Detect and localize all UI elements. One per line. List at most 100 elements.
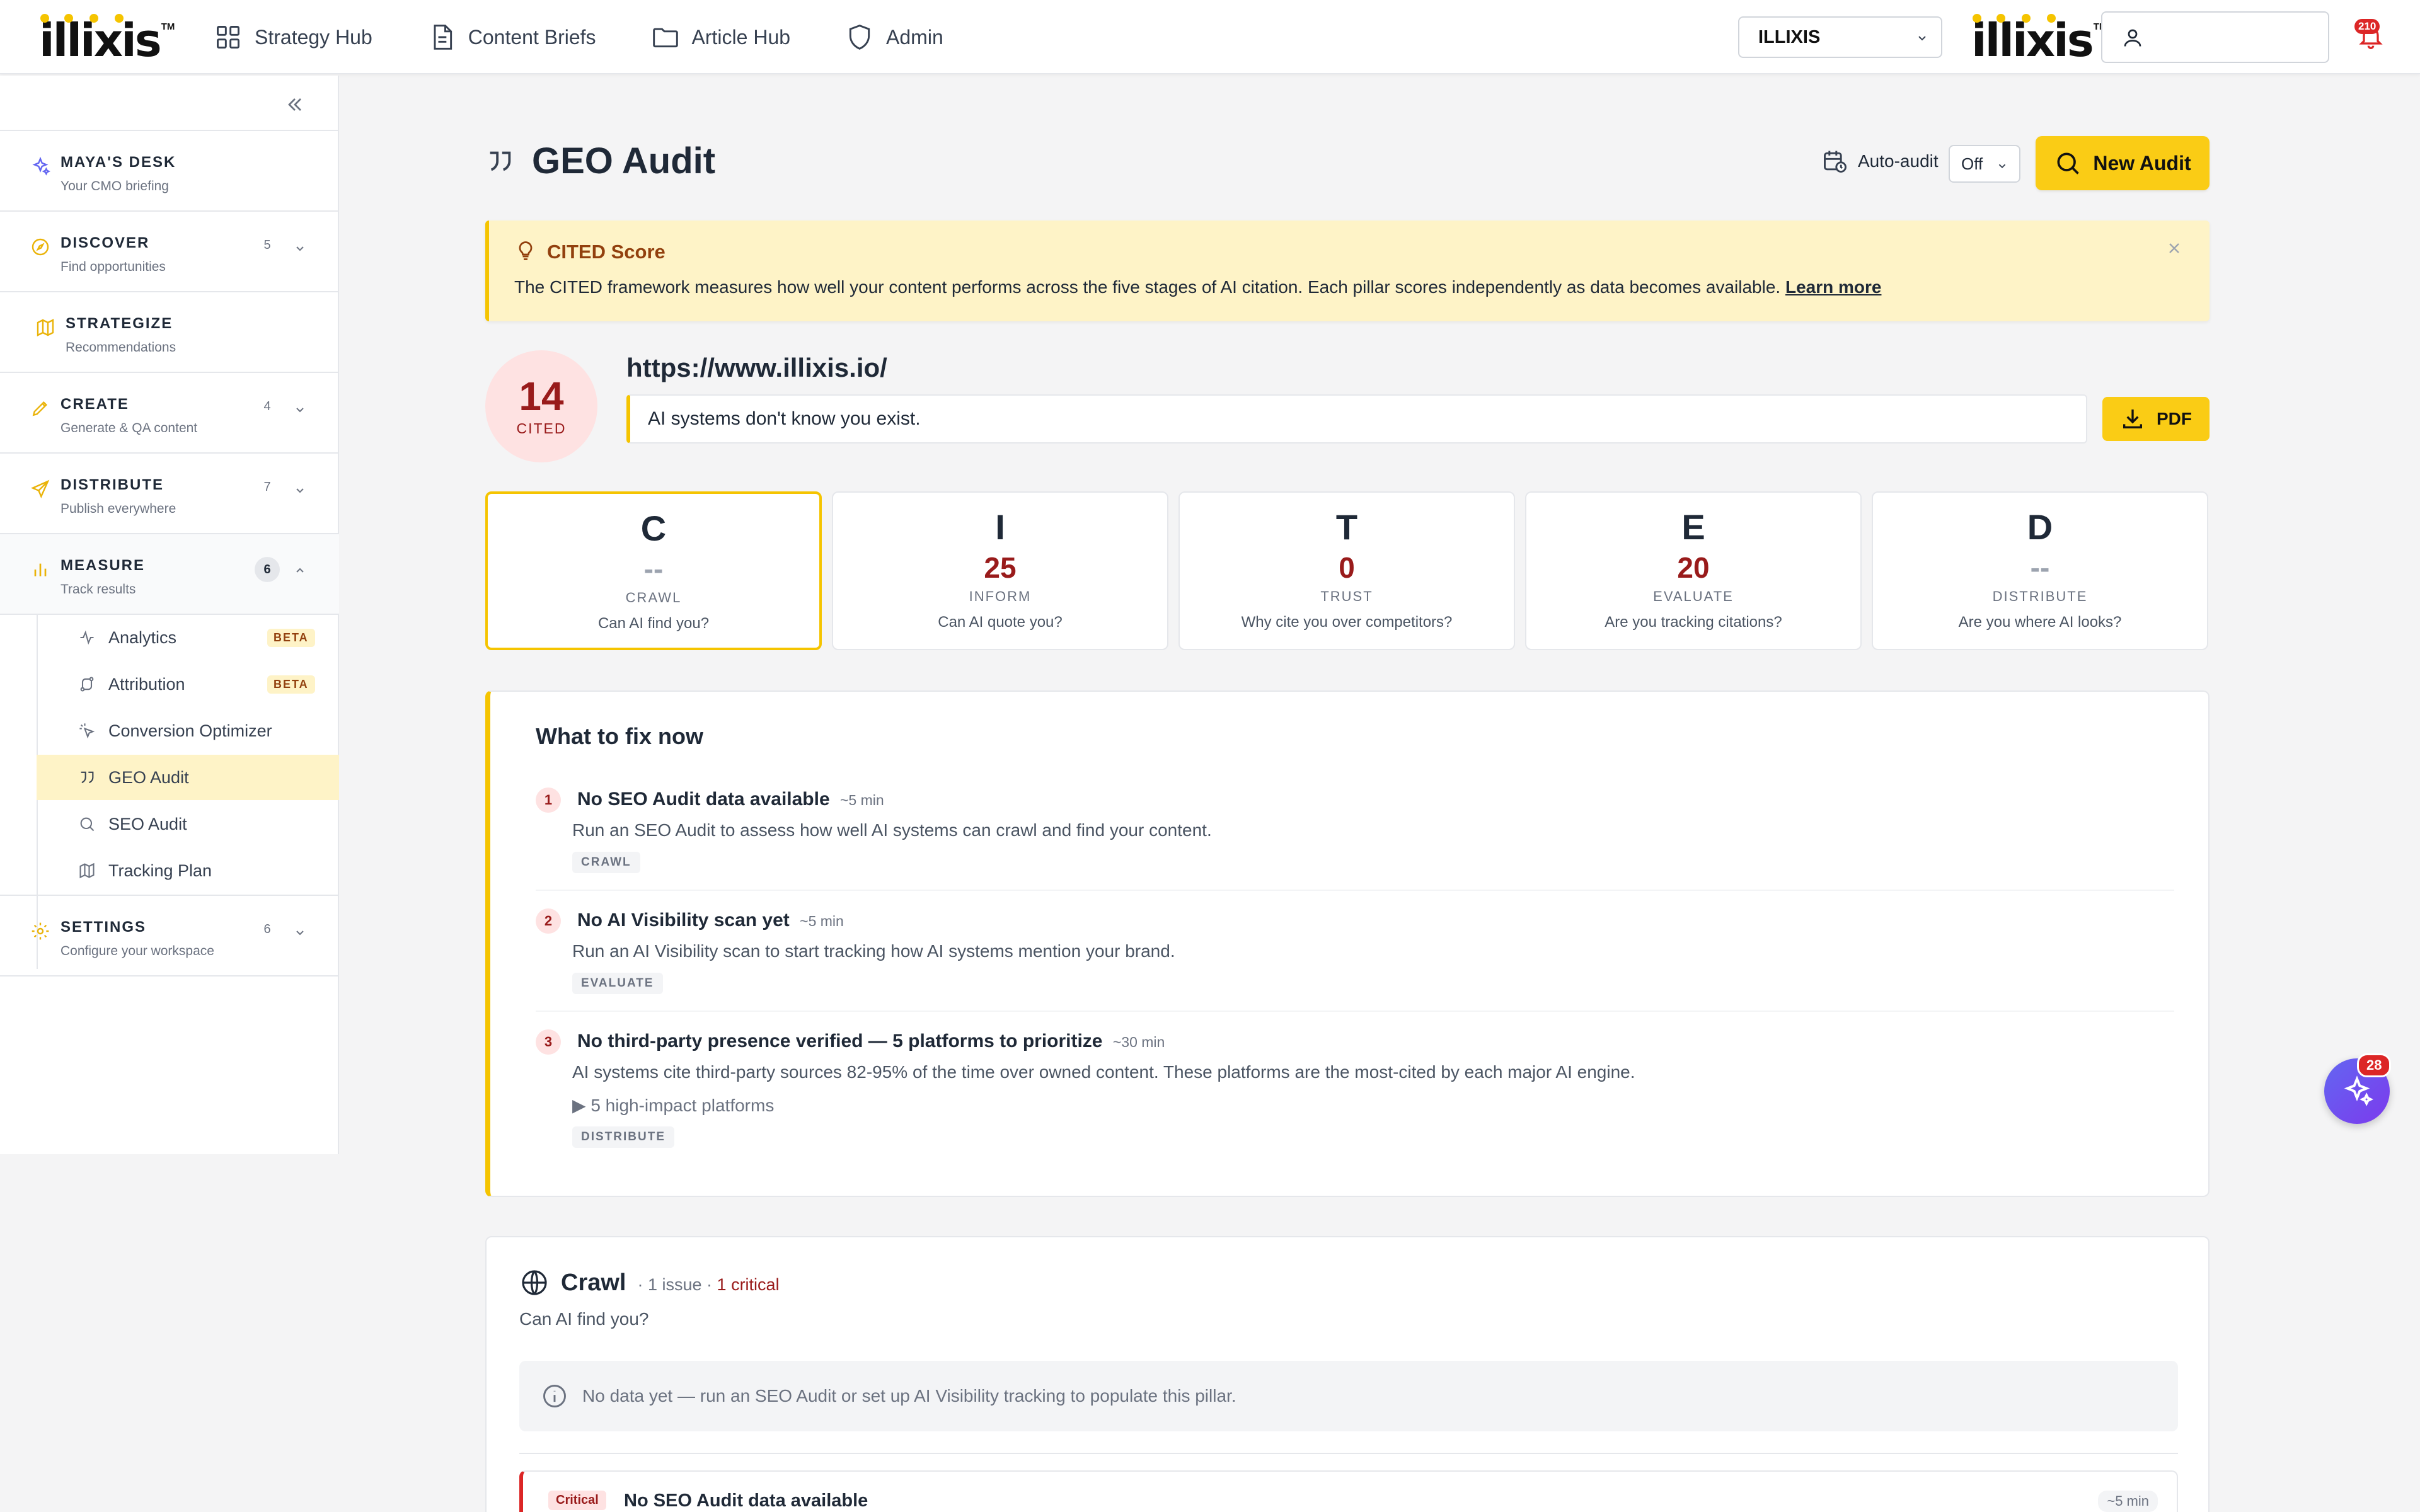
sidebar-item-title: CREATE bbox=[60, 396, 129, 413]
crawl-issue-row[interactable]: Critical No SEO Audit data available ~5 … bbox=[519, 1470, 2178, 1512]
new-audit-button[interactable]: New Audit bbox=[2036, 136, 2210, 190]
crawl-title: Crawl bbox=[561, 1269, 626, 1296]
pillar-score: 25 bbox=[984, 551, 1017, 584]
pillar-letter: T bbox=[1335, 507, 1358, 547]
sidebar-subitem-seo-audit[interactable]: SEO Audit bbox=[37, 801, 339, 847]
chevron-down-icon[interactable] bbox=[292, 241, 308, 256]
pillar-question: Why cite you over competitors? bbox=[1241, 614, 1453, 631]
chevron-up-icon[interactable] bbox=[292, 563, 308, 578]
fix-item-description: Run an SEO Audit to assess how well AI s… bbox=[572, 820, 1212, 840]
learn-more-link[interactable]: Learn more bbox=[1785, 277, 1882, 297]
fix-item-heading: No AI Visibility scan yet ~5 min bbox=[577, 910, 844, 931]
pillar-question: Are you tracking citations? bbox=[1605, 614, 1782, 631]
gear-icon bbox=[32, 922, 49, 940]
sidebar-subitem-label: SEO Audit bbox=[108, 814, 187, 833]
sidebar-item-count: 6 bbox=[255, 557, 280, 582]
nav-content-briefs[interactable]: Content Briefs bbox=[428, 23, 596, 51]
nav-strategy-hub[interactable]: Strategy Hub bbox=[214, 23, 372, 51]
sidebar-item-subtitle: Track results bbox=[60, 582, 136, 597]
quote-icon bbox=[490, 151, 511, 171]
sidebar-subitem-label: Tracking Plan bbox=[108, 861, 212, 880]
sidebar-item-title: DISTRIBUTE bbox=[60, 476, 164, 493]
chevron-down-icon[interactable] bbox=[292, 483, 308, 498]
logo-text: illixis bbox=[1971, 14, 2094, 67]
sidebar-item-title: MEASURE bbox=[60, 557, 146, 574]
pillar-letter: D bbox=[2027, 507, 2053, 547]
logo-trademark: TM bbox=[161, 21, 175, 32]
pillar-card-distribute[interactable]: D -- DISTRIBUTE Are you where AI looks? bbox=[1872, 491, 2208, 650]
sidebar-subitem-analytics[interactable]: Analytics BETA bbox=[37, 615, 339, 660]
map-icon bbox=[79, 862, 95, 879]
organization-select[interactable]: ILLIXIS bbox=[1738, 16, 1942, 58]
pillar-name: INFORM bbox=[969, 588, 1032, 604]
nav-admin[interactable]: Admin bbox=[846, 23, 943, 51]
auto-audit-select[interactable]: Off bbox=[1949, 145, 2020, 183]
quote-icon bbox=[81, 771, 94, 784]
pillar-question: Can AI find you? bbox=[597, 615, 710, 632]
page-header: GEO Audit bbox=[485, 140, 715, 182]
folder-icon bbox=[652, 28, 678, 48]
auto-audit-label: Auto-audit bbox=[1858, 151, 1939, 171]
fix-item-description: Run an AI Visibility scan to start track… bbox=[572, 941, 1175, 961]
sidebar-item-create[interactable]: CREATE Generate & QA content 4 bbox=[0, 373, 339, 452]
download-icon bbox=[2123, 410, 2142, 428]
sidebar-item-title: DISCOVER bbox=[60, 234, 150, 251]
app-logo[interactable]: illixis TM bbox=[39, 11, 175, 63]
fix-item-number: 1 bbox=[536, 788, 561, 813]
pillar-card-crawl[interactable]: C -- CRAWL Can AI find you? bbox=[485, 491, 822, 650]
sparkles-icon bbox=[32, 156, 50, 176]
auto-audit-select-value: Off bbox=[1961, 154, 1983, 173]
sidebar-item-measure[interactable]: MEASURE Track results 6 bbox=[0, 534, 339, 614]
chevron-down-icon[interactable] bbox=[292, 402, 308, 417]
sidebar-item-distribute[interactable]: DISTRIBUTE Publish everywhere 7 bbox=[0, 454, 339, 533]
assistant-count-badge: 28 bbox=[2357, 1053, 2392, 1077]
pillar-letter: I bbox=[995, 507, 1005, 547]
sidebar-item-subtitle: Publish everywhere bbox=[60, 501, 176, 516]
beta-badge: BETA bbox=[267, 629, 315, 647]
issue-time: ~5 min bbox=[2098, 1491, 2158, 1512]
pillar-name: DISTRIBUTE bbox=[1992, 588, 2088, 604]
critical-badge: Critical bbox=[548, 1491, 606, 1510]
sidebar-subitem-tracking-plan[interactable]: Tracking Plan bbox=[37, 848, 339, 893]
sidebar-item-subtitle: Recommendations bbox=[66, 340, 176, 355]
nav-article-hub[interactable]: Article Hub bbox=[652, 23, 790, 51]
crawl-issue-count: · 1 issue · bbox=[637, 1274, 713, 1294]
sidebar-subitem-attribution[interactable]: Attribution BETA bbox=[37, 662, 339, 707]
nav-label: Admin bbox=[886, 25, 943, 49]
collapse-sidebar-icon[interactable] bbox=[284, 93, 306, 116]
fix-item-time: ~5 min bbox=[800, 913, 844, 929]
user-menu[interactable] bbox=[2101, 11, 2329, 63]
no-data-notice: No data yet — run an SEO Audit or set up… bbox=[519, 1361, 2178, 1431]
info-icon bbox=[543, 1385, 566, 1407]
close-icon[interactable] bbox=[2165, 239, 2183, 257]
main-nav: Strategy Hub Content Briefs Article Hub … bbox=[214, 0, 999, 74]
nav-label: Content Briefs bbox=[468, 25, 596, 49]
crawl-meta: · 1 issue · 1 critical bbox=[637, 1275, 779, 1295]
sidebar-subitem-geo-audit[interactable]: GEO Audit bbox=[37, 755, 339, 800]
send-icon bbox=[31, 479, 50, 498]
pillar-card-inform[interactable]: I 25 INFORM Can AI quote you? bbox=[832, 491, 1168, 650]
pillar-card-trust[interactable]: T 0 TRUST Why cite you over competitors? bbox=[1178, 491, 1515, 650]
download-pdf-button[interactable]: PDF bbox=[2102, 397, 2210, 441]
crawl-pillar-card: Crawl · 1 issue · 1 critical Can AI find… bbox=[485, 1236, 2210, 1512]
chevron-down-icon[interactable] bbox=[292, 925, 308, 940]
chevron-down-icon bbox=[1918, 36, 1926, 41]
grid-icon bbox=[217, 26, 239, 49]
score-tagline: AI systems don't know you exist. bbox=[626, 394, 2087, 444]
high-impact-platforms-toggle[interactable]: ▶ 5 high-impact platforms bbox=[572, 1095, 774, 1116]
top-bar: illixis TM Strategy Hub Content Briefs A… bbox=[0, 0, 2420, 74]
pillar-card-evaluate[interactable]: E 20 EVALUATE Are you tracking citations… bbox=[1525, 491, 1862, 650]
beta-badge: BETA bbox=[267, 675, 315, 694]
sidebar-item-mayas-desk[interactable]: MAYA'S DESK Your CMO briefing bbox=[0, 131, 339, 210]
sidebar-item-discover[interactable]: DISCOVER Find opportunities 5 bbox=[0, 212, 339, 291]
search-icon bbox=[2057, 152, 2080, 175]
sidebar-item-settings[interactable]: SETTINGS Configure your workspace 6 bbox=[0, 896, 339, 975]
pillar-score: 0 bbox=[1339, 551, 1355, 584]
sidebar-subitem-conversion-optimizer[interactable]: Conversion Optimizer bbox=[37, 708, 339, 753]
cited-score-value: 14 bbox=[519, 373, 564, 419]
banner-title: CITED Score bbox=[547, 241, 666, 263]
globe-icon bbox=[522, 1270, 547, 1295]
sidebar-item-strategize[interactable]: STRATEGIZE Recommendations bbox=[0, 292, 339, 372]
pillar-cards: C -- CRAWL Can AI find you? I 25 INFORM … bbox=[485, 491, 2210, 650]
fix-card-title: What to fix now bbox=[536, 723, 703, 749]
